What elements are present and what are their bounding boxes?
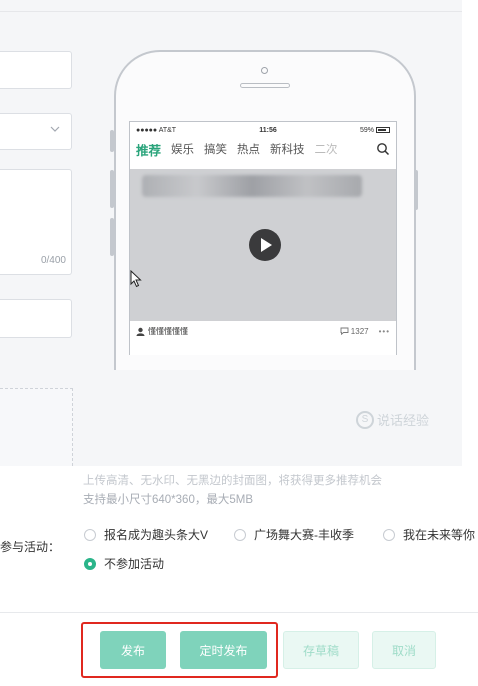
- tab-entertainment[interactable]: 娱乐: [171, 141, 194, 157]
- comment-count-value: 1327: [350, 326, 369, 336]
- radio-label: 广场舞大赛-丰收季: [254, 528, 354, 542]
- play-icon[interactable]: [249, 229, 281, 261]
- top-divider: [0, 11, 462, 12]
- cancel-button[interactable]: 取消: [372, 631, 436, 669]
- tab-tech[interactable]: 新科技: [270, 141, 305, 157]
- radio-dot[interactable]: [234, 528, 246, 541]
- tab-hot[interactable]: 热点: [237, 141, 260, 157]
- user-icon: [136, 327, 145, 336]
- search-icon[interactable]: [376, 142, 390, 156]
- cover-hint-line1: 上传高清、无水印、无黑边的封面图，将获得更多推荐机会: [83, 475, 382, 487]
- activity-option-future[interactable]: 我在未来等你: [383, 526, 475, 543]
- watermark: S 说话经验: [356, 410, 429, 429]
- comment-count: 1327: [340, 327, 369, 336]
- radio-dot-checked[interactable]: [84, 557, 96, 570]
- highlight-box: [81, 622, 278, 678]
- watermark-text: 说话经验: [377, 413, 430, 428]
- phone-screen: ●●●●● AT&T 11:56 59% 推荐 娱乐 搞笑 热点 新科技 二次 …: [129, 121, 397, 355]
- status-bar: ●●●●● AT&T 11:56 59%: [130, 122, 396, 138]
- chevron-down-icon: [49, 122, 61, 138]
- carrier-label: ●●●●● AT&T: [136, 126, 177, 134]
- preview-tabs: 推荐 娱乐 搞笑 热点 新科技 二次: [130, 138, 396, 160]
- phone-speaker: [240, 83, 290, 88]
- video-meta: 懂懂懂懂懂 1327 •••: [130, 321, 396, 341]
- category-select[interactable]: [0, 113, 72, 150]
- action-divider: [0, 612, 478, 613]
- radio-label: 报名成为趣头条大V: [104, 528, 209, 542]
- battery-icon: [376, 126, 390, 133]
- radio-dot[interactable]: [383, 528, 395, 541]
- tag-input[interactable]: [0, 299, 72, 338]
- activity-option-dav[interactable]: 报名成为趣头条大V: [84, 526, 208, 543]
- mouse-cursor-icon: [130, 269, 142, 288]
- radio-dot[interactable]: [84, 528, 96, 541]
- video-thumbnail[interactable]: [130, 169, 396, 321]
- cover-upload-box[interactable]: [0, 388, 73, 466]
- radio-label: 不参加活动: [104, 557, 165, 571]
- comment-icon: [340, 327, 349, 336]
- status-time: 11:56: [259, 126, 277, 134]
- tab-recommend[interactable]: 推荐: [136, 140, 161, 159]
- panel-gutter: [462, 0, 478, 466]
- more-icon[interactable]: •••: [379, 327, 390, 336]
- radio-label: 我在未来等你: [403, 528, 476, 542]
- description-textarea[interactable]: 0/400: [0, 169, 72, 275]
- author-name: 懂懂懂懂懂: [148, 326, 188, 336]
- battery-indicator: 59%: [360, 127, 390, 134]
- phone-camera: [261, 67, 268, 74]
- activity-option-dance[interactable]: 广场舞大赛-丰收季: [234, 526, 354, 543]
- activity-label: 参与活动：: [0, 540, 61, 554]
- char-counter: 0/400: [40, 255, 66, 266]
- tab-anime[interactable]: 二次: [315, 141, 338, 157]
- activity-option-none[interactable]: 不参加活动: [84, 555, 164, 572]
- blurred-title: [142, 175, 362, 197]
- battery-label: 59%: [359, 126, 374, 134]
- title-input[interactable]: [0, 51, 72, 89]
- cover-hint-line2: 支持最小尺寸640*360，最大5MB: [83, 494, 253, 506]
- save-draft-button[interactable]: 存草稿: [283, 631, 359, 669]
- watermark-logo-icon: S: [356, 410, 374, 429]
- tab-funny[interactable]: 搞笑: [204, 141, 227, 157]
